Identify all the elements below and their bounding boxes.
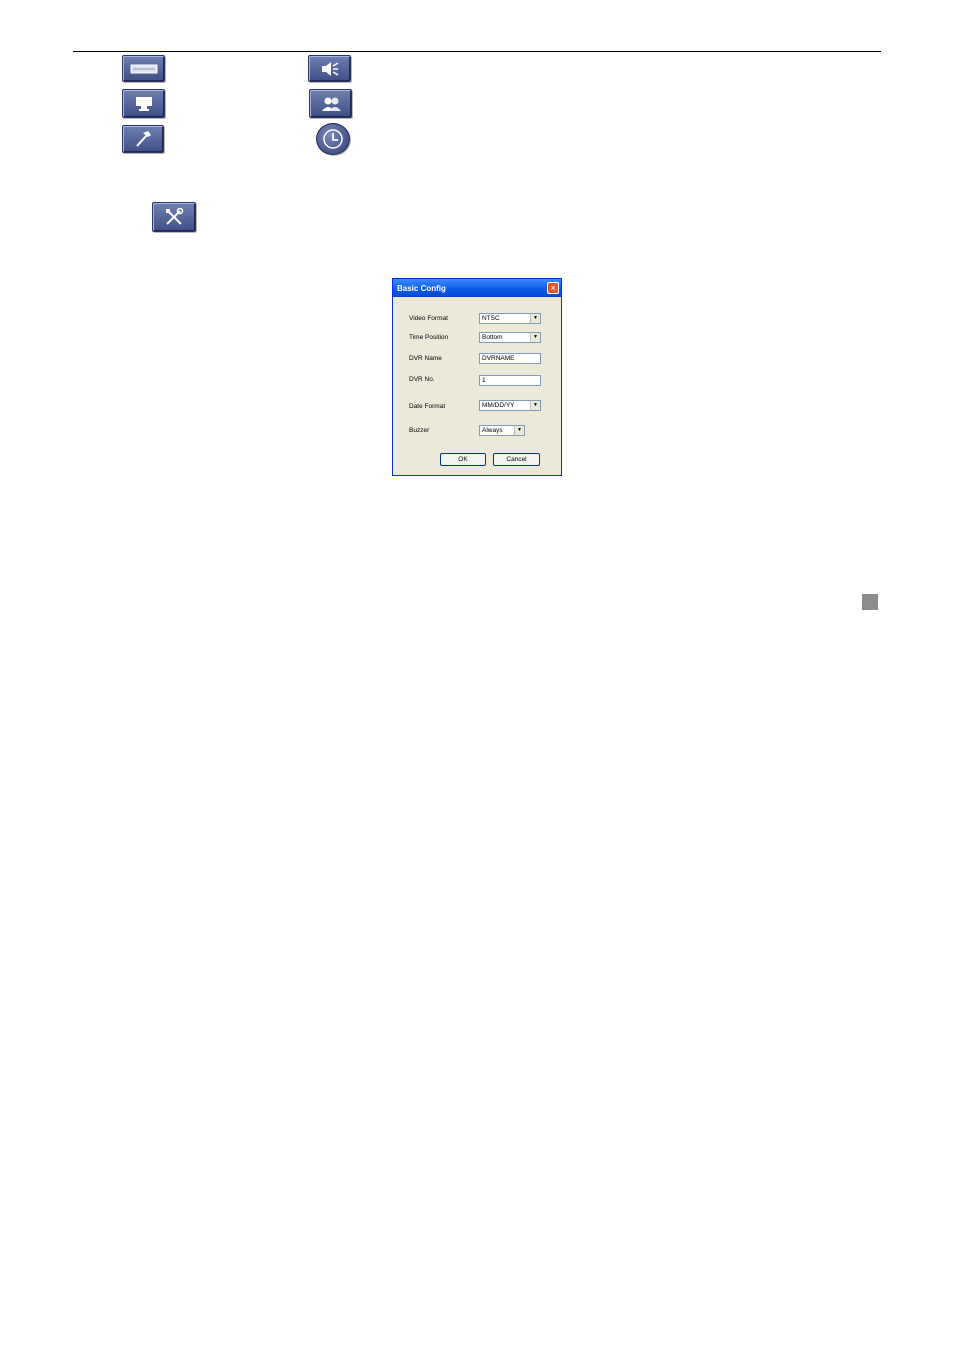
tools-icon bbox=[166, 208, 184, 225]
speaker-icon bbox=[321, 61, 338, 76]
date-format-label: Date Format bbox=[409, 403, 446, 410]
display-button[interactable] bbox=[122, 89, 165, 118]
video-format-select[interactable]: NTSC bbox=[479, 313, 541, 324]
chevron-down-icon[interactable] bbox=[530, 333, 540, 342]
date-format-select[interactable]: MM/DD/YY bbox=[479, 400, 541, 411]
time-button[interactable] bbox=[316, 123, 350, 155]
audio-button[interactable] bbox=[308, 55, 351, 82]
time-position-select[interactable]: Bottom bbox=[479, 332, 541, 343]
monitor-icon bbox=[135, 96, 152, 111]
users-icon bbox=[321, 97, 341, 111]
buzzer-select[interactable]: Always bbox=[479, 425, 525, 436]
basic-config-dialog: Basic Config Video Format NTSC Time Posi… bbox=[392, 278, 562, 476]
dialog-title: Basic Config bbox=[397, 283, 446, 293]
maintenance-button[interactable] bbox=[122, 125, 164, 153]
recording-button[interactable] bbox=[122, 55, 165, 82]
date-format-value: MM/DD/YY bbox=[482, 402, 515, 409]
video-strip-icon bbox=[130, 64, 157, 73]
ok-button[interactable]: OK bbox=[440, 453, 486, 466]
basic-config-button[interactable] bbox=[152, 202, 196, 232]
dialog-titlebar: Basic Config bbox=[393, 279, 561, 297]
time-position-value: Bottom bbox=[482, 334, 503, 341]
dvr-name-field[interactable]: DVRNAME bbox=[479, 353, 541, 364]
buzzer-label: Buzzer bbox=[409, 427, 430, 434]
close-icon[interactable] bbox=[547, 282, 559, 294]
chevron-down-icon[interactable] bbox=[530, 401, 540, 410]
chevron-down-icon[interactable] bbox=[530, 314, 540, 323]
page-marker bbox=[862, 594, 878, 610]
dvr-name-label: DVR Name bbox=[409, 355, 442, 362]
hammer-icon bbox=[136, 131, 151, 147]
time-position-label: Time Position bbox=[409, 334, 449, 341]
clock-icon bbox=[323, 129, 343, 149]
dvr-no-label: DVR No. bbox=[409, 376, 435, 383]
dvr-no-field[interactable]: 1 bbox=[479, 375, 541, 386]
buzzer-value: Always bbox=[482, 427, 503, 434]
user-button[interactable] bbox=[309, 89, 352, 118]
video-format-label: Video Format bbox=[409, 315, 448, 322]
video-format-value: NTSC bbox=[482, 315, 500, 322]
chevron-down-icon[interactable] bbox=[514, 426, 524, 435]
cancel-button[interactable]: Cancel bbox=[493, 453, 540, 466]
header-rule bbox=[73, 51, 881, 52]
